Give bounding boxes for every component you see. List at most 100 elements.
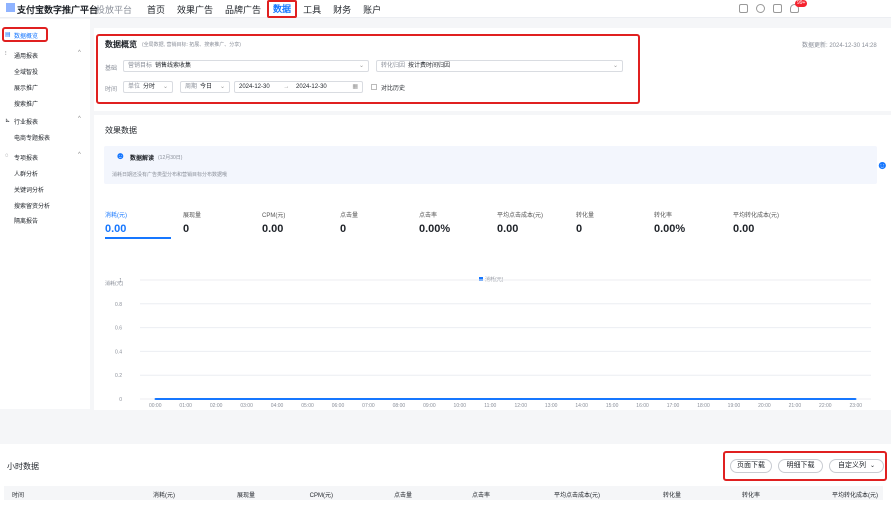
target-icon: ◌ [5,153,9,159]
x-tick-label: 02:00 [210,403,223,409]
top-icons: 99+ [739,0,808,13]
chevron-up-icon[interactable]: ^ [78,116,81,122]
sidebar-item-display[interactable]: 展示推广 [14,83,38,92]
assistant-robot-icon[interactable]: ☻ [876,158,889,172]
metric-card[interactable]: 消耗(元) 0.00 [105,210,171,239]
metric-card[interactable]: CPM(元) 0.00 [262,210,285,235]
x-tick-label: 12:00 [514,403,527,409]
brand-subtitle: 投放平台 [96,5,133,15]
metric-card[interactable]: 平均点击成本(元) 0.00 [497,210,543,235]
data-point [702,398,705,400]
sidebar-item-search[interactable]: 搜索推广 [14,99,38,108]
help-icon[interactable] [756,4,765,13]
sidebar-item-full-domain[interactable]: 全域智投 [14,67,38,76]
chevron-down-icon: ⌄ [219,84,225,90]
metric-card[interactable]: 转化量 0 [576,210,594,235]
compare-history-label: 对比历史 [381,86,406,92]
period-label: 周期 [185,84,198,90]
data-point [733,398,735,400]
metric-card[interactable]: 展现量 0 [183,210,201,235]
sidebar-item-search-leads[interactable]: 搜索留资分析 [14,201,50,210]
chevron-up-icon[interactable]: ^ [78,50,81,56]
metric-card[interactable]: 转化率 0.00% [654,210,685,235]
data-point [154,398,157,400]
date-separator: → [283,84,290,90]
marketing-target-value: 销售线索收集 [155,63,192,69]
chevron-down-icon: ⌄ [358,63,364,69]
date-start: 2024-12-30 [239,84,270,90]
nav-brand-ads[interactable]: 品牌广告 [225,0,261,18]
insight-box: ☻ 数据解读 (12月30日) 消耗日期还没有广告类型分布和营销目标分布数据哦 [104,146,877,184]
nav-performance-ads[interactable]: 效果广告 [177,0,213,18]
custom-columns-button[interactable]: 自定义列 ⌄ [829,459,884,473]
detail-download-button[interactable]: 明细下载 [778,459,823,473]
sidebar-item-ecommerce[interactable]: 电商专题报表 [14,133,50,142]
robot-icon: ☻ [115,151,126,162]
hourly-title: 小时数据 [7,462,39,471]
unit-value: 分时 [143,84,156,90]
x-tick-label: 16:00 [636,403,649,409]
unit-select[interactable]: 单位 分时 ⌄ [123,81,173,93]
chevron-up-icon[interactable]: ^ [78,152,81,158]
message-icon[interactable] [773,4,782,13]
nav-tools[interactable]: 工具 [303,0,321,18]
overview-subtitle: (全局数据, 营销目标: 拓展、搜索推广、分享) [142,42,241,48]
date-range-picker[interactable]: 2024-12-30 → 2024-12-30 ▦ [234,81,363,93]
sidebar-group-special[interactable]: 专项报表 [14,153,38,162]
bell-icon[interactable]: 99+ [790,0,808,13]
data-point [641,398,644,400]
sidebar-item-isolation[interactable]: 隔离报告 [14,216,38,225]
metric-card[interactable]: 点击率 0.00% [419,210,450,235]
brand-name: 支付宝数字推广平台 [17,5,99,15]
data-point [367,398,370,400]
sidebar-item-overview[interactable]: 数据概览 [14,31,38,40]
sidebar-group-industry[interactable]: 行业报表 [14,117,38,126]
page-download-button[interactable]: 页面下载 [730,459,772,473]
metric-label: 点击率 [419,213,438,219]
table-column-header: 点击率 [471,493,490,499]
sidebar: ▤ 数据概览 ⫶ 通用报表 ^ 全域智投 展示推广 搜索推广 ⊾ 行业报表 ^ … [0,19,90,409]
x-tick-label: 06:00 [332,403,345,409]
metric-selected-underline [105,237,171,239]
sidebar-item-keyword[interactable]: 关键词分析 [14,185,44,194]
insight-subtitle: (12月30日) [158,155,183,161]
table-column-header: 展现量 [236,493,255,499]
metric-label: 平均转化成本(元) [733,213,779,219]
metric-value: 0 [340,223,347,235]
y-tick-label: 0.6 [115,326,122,332]
sidebar-group-general[interactable]: 通用报表 [14,51,38,60]
x-tick-label: 01:00 [179,403,192,409]
data-point [794,398,796,400]
document-icon[interactable] [739,4,748,13]
sidebar-grid-icon: ▤ [5,32,11,38]
y-tick-label: 0.8 [115,302,122,308]
sidebar-item-crowd[interactable]: 人群分析 [14,169,38,178]
compare-history-checkbox[interactable] [371,84,377,90]
nav-home[interactable]: 首页 [147,0,165,18]
metric-value: 0 [183,223,190,235]
period-select[interactable]: 周期 今日 ⌄ [180,81,230,93]
metric-label: CPM(元) [262,213,286,219]
chevron-down-icon: ⌄ [162,84,168,90]
metric-card[interactable]: 平均转化成本(元) 0.00 [733,210,779,235]
data-point [459,398,461,400]
conversion-attribution-select[interactable]: 转化归因 按计费时间归因 ⌄ [376,60,623,72]
data-point [550,398,552,400]
consumption-line-chart: 消耗(元)消耗(元)00.20.40.60.8100:00 01:00 02:00 0… [105,276,871,409]
custom-columns-label: 自定义列 [838,462,866,469]
metric-value: 0.00 [733,223,755,235]
trend-icon: ⊾ [5,118,11,124]
nav-account[interactable]: 账户 [363,0,381,18]
metric-value: 0 [576,223,583,235]
logo-icon [6,3,15,12]
metric-label: 消耗(元) [105,213,127,219]
chart-icon: ⫶ [5,51,7,57]
x-tick-label: 14:00 [575,403,588,409]
x-tick-label: 00:00 [149,403,162,409]
metric-card[interactable]: 点击量 0 [340,210,358,235]
nav-data[interactable]: 数据 [267,0,298,18]
data-point [824,398,827,400]
marketing-target-select[interactable]: 营销目标 销售线索收集 ⌄ [123,60,369,72]
nav-finance[interactable]: 财务 [333,0,351,18]
marketing-target-label: 营销目标 [128,63,153,69]
